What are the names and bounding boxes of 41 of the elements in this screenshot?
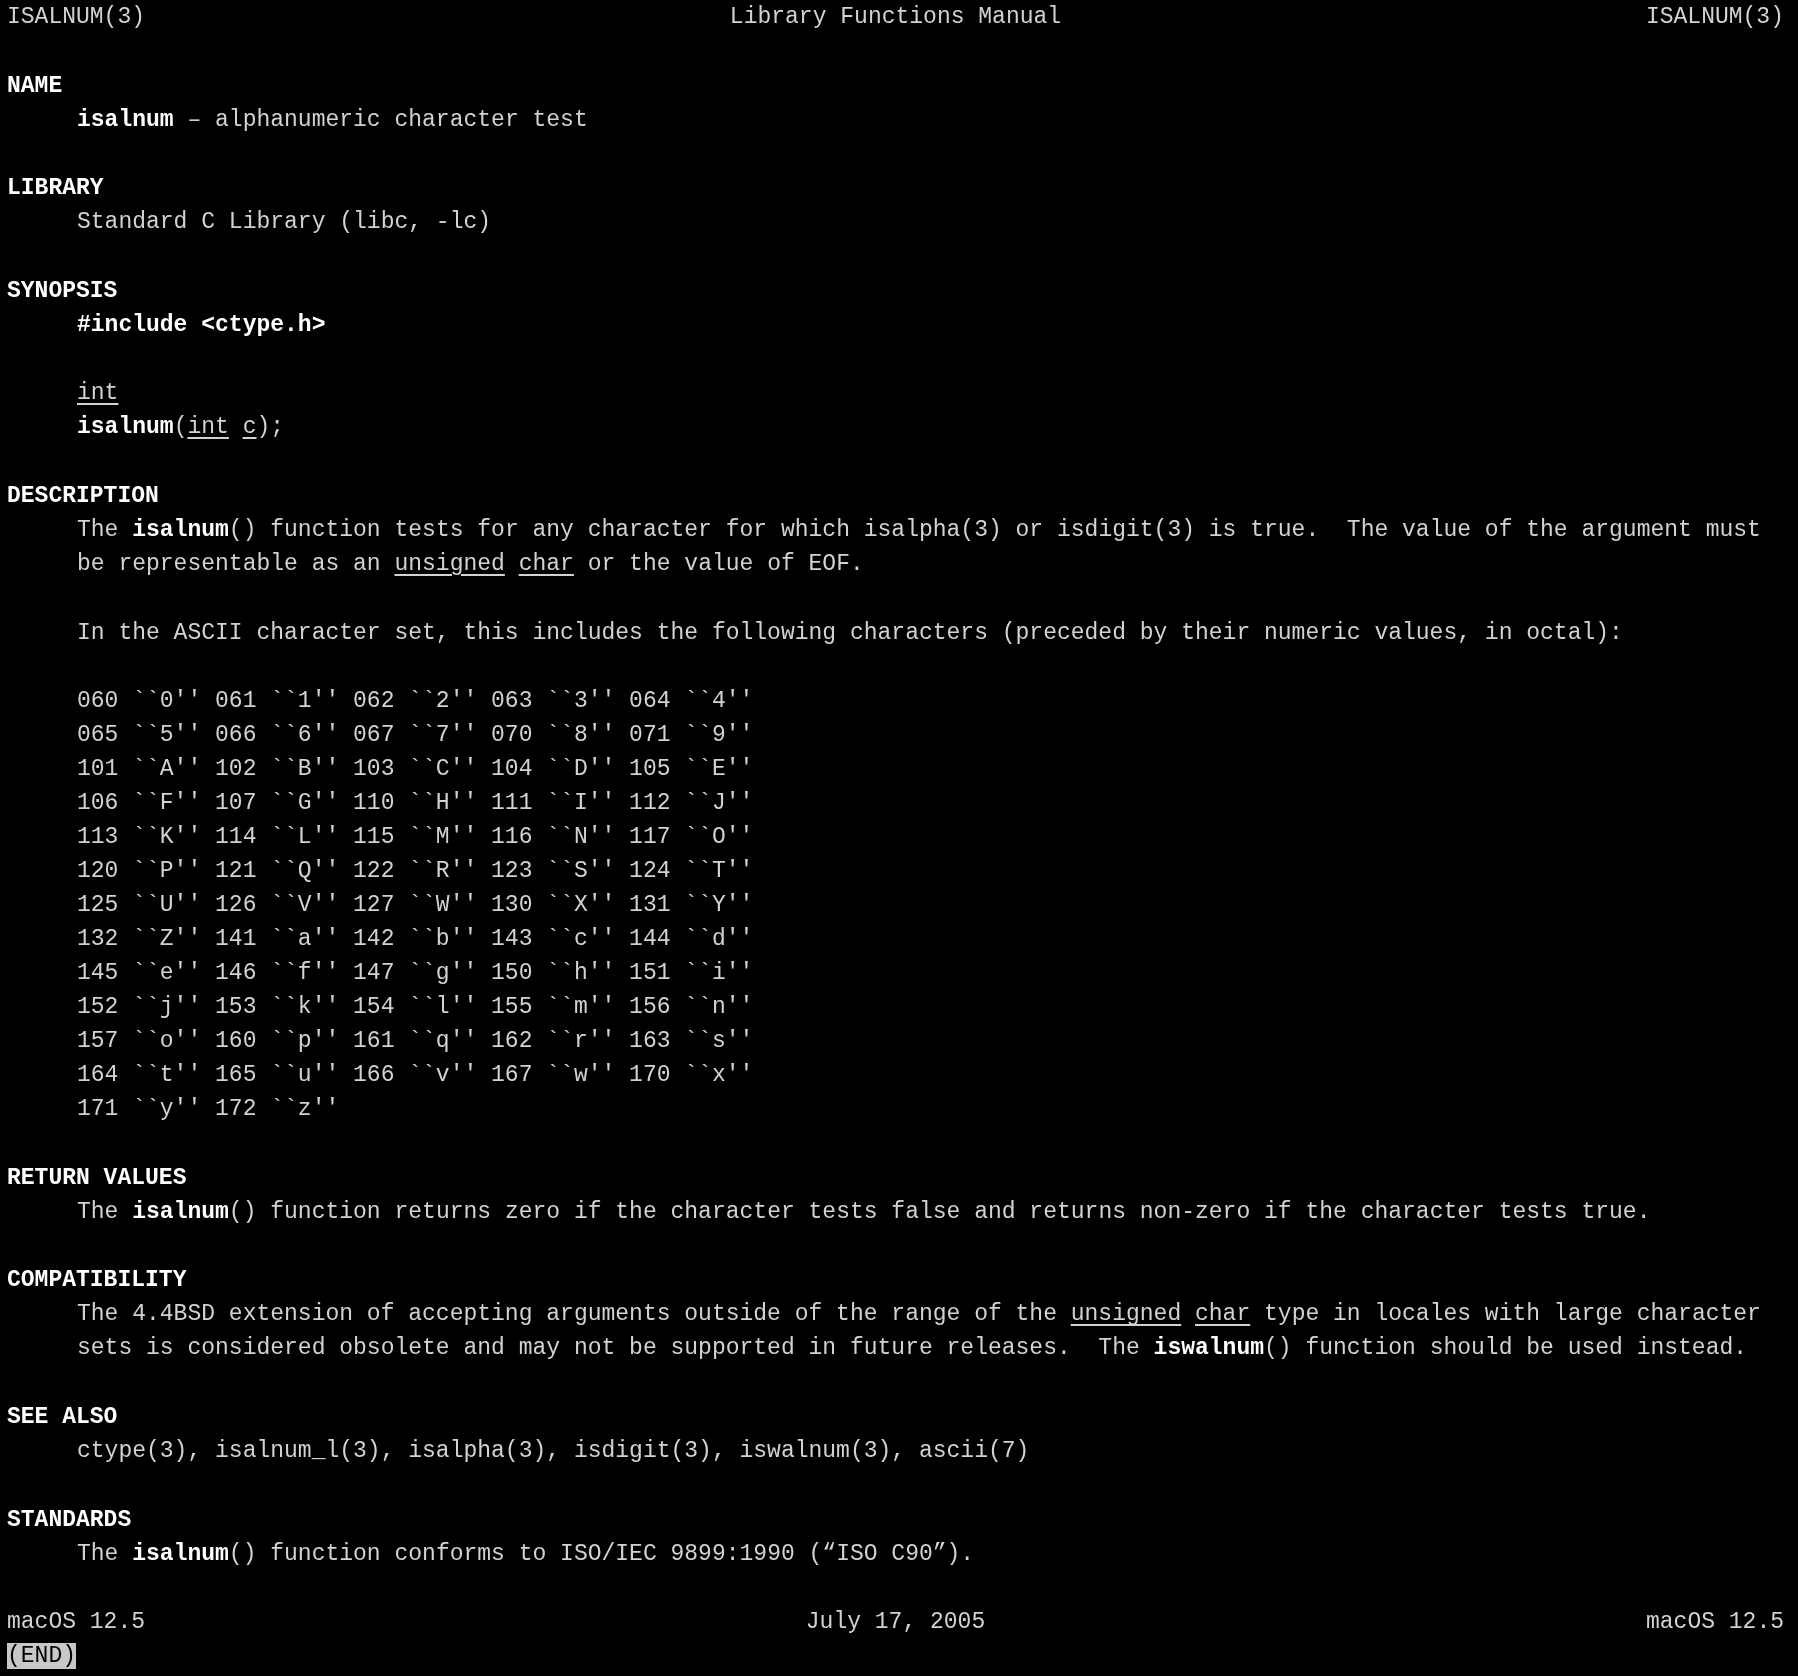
header-left: ISALNUM(3) <box>7 3 146 32</box>
footer-center: July 17, 2005 <box>805 1608 986 1638</box>
footer-right: macOS 12.5 <box>1645 1608 1784 1638</box>
text-line: 065 ``5'' 066 ``6'' 067 ``7'' 070 ``8'' 071 ``9'' <box>77 722 754 749</box>
pager-status: (END) <box>7 1643 76 1670</box>
text-line: 164 ``t'' 165 ``u'' 166 ``v'' 167 ``w'' 170 ``x'' <box>77 1062 754 1089</box>
text-line: 113 ``K'' 114 ``L'' 115 ``M'' 116 ``N'' 117 ``O'' <box>77 824 754 851</box>
header-center: Library Functions Manual <box>729 3 1062 32</box>
section-heading: SEE ALSO <box>7 1403 118 1430</box>
footer-left: macOS 12.5 <box>7 1608 146 1638</box>
text-line: 132 ``Z'' 141 ``a'' 142 ``b'' 143 ``c'' 144 ``d'' <box>77 926 754 953</box>
text-line: In the ASCII character set, this includes the following characters (preceded by their numeric values, in octal): <box>77 619 1623 646</box>
text-line: 171 ``y'' 172 ``z'' <box>77 1096 340 1123</box>
text-line: isalnum(int c); <box>77 414 285 441</box>
section-heading: DESCRIPTION <box>7 482 159 509</box>
section-heading: SYNOPSIS <box>7 277 118 304</box>
text-line: The isalnum() function returns zero if the character tests false and returns non-zero if the character tests true. <box>77 1198 1651 1225</box>
section-heading: NAME <box>7 72 63 99</box>
text-line: int <box>77 380 119 407</box>
text-line: 101 ``A'' 102 ``B'' 103 ``C'' 104 ``D'' 105 ``E'' <box>77 756 754 783</box>
section-heading: COMPATIBILITY <box>7 1267 187 1294</box>
text-line: be representable as an unsigned char or the value of EOF. <box>77 550 864 577</box>
text-line: sets is considered obsolete and may not be supported in future releases. The iswalnum() function should be used instead. <box>77 1335 1748 1362</box>
text-line: isalnum – alphanumeric character test <box>77 106 588 133</box>
text-line: #include <ctype.h> <box>77 311 326 338</box>
text-line: 157 ``o'' 160 ``p'' 161 ``q'' 162 ``r'' 163 ``s'' <box>77 1028 754 1055</box>
text-line: 106 ``F'' 107 ``G'' 110 ``H'' 111 ``I'' 112 ``J'' <box>77 790 754 817</box>
text-line: 145 ``e'' 146 ``f'' 147 ``g'' 150 ``h'' 151 ``i'' <box>77 960 754 987</box>
section-heading: LIBRARY <box>7 175 104 202</box>
text-line: The isalnum() function tests for any character for which isalpha(3) or isdigit(3) is true. The value of the argument must <box>77 516 1761 543</box>
text-line: 120 ``P'' 121 ``Q'' 122 ``R'' 123 ``S'' 124 ``T'' <box>77 858 754 885</box>
section-heading: RETURN VALUES <box>7 1164 187 1191</box>
section-heading: STANDARDS <box>7 1506 132 1533</box>
text-line: Standard C Library (libc, -lc) <box>77 209 492 236</box>
text-line: The isalnum() function conforms to ISO/IEC 9899:1990 (“ISO C90”). <box>77 1540 975 1567</box>
text-line: ctype(3), isalnum_l(3), isalpha(3), isdigit(3), iswalnum(3), ascii(7) <box>77 1437 1030 1464</box>
text-line: 125 ``U'' 126 ``V'' 127 ``W'' 130 ``X'' 131 ``Y'' <box>77 892 754 919</box>
text-line: The 4.4BSD extension of accepting arguments outside of the range of the unsigned char type in locales with large character <box>77 1301 1761 1328</box>
text-line: 152 ``j'' 153 ``k'' 154 ``l'' 155 ``m'' 156 ``n'' <box>77 994 754 1021</box>
header-right: ISALNUM(3) <box>1645 3 1784 32</box>
text-line: 060 ``0'' 061 ``1'' 062 ``2'' 063 ``3'' 064 ``4'' <box>77 688 754 715</box>
